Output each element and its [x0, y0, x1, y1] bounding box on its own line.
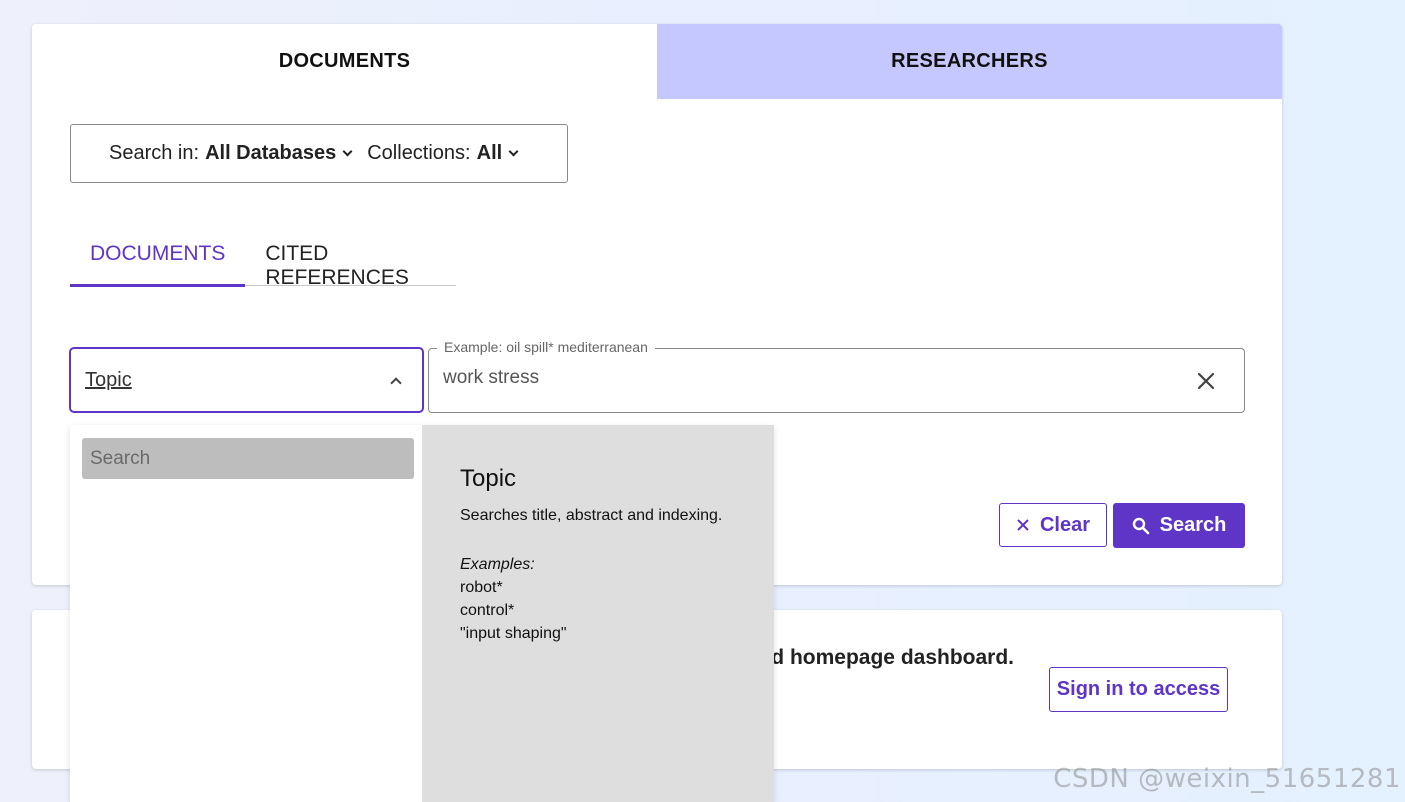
close-icon [1017, 519, 1029, 531]
close-icon[interactable] [1194, 369, 1218, 393]
search-field-dropdown: Topic Searches title, abstract and index… [70, 425, 774, 802]
search-in-dropdown[interactable]: All Databases [205, 142, 336, 165]
search-button-label: Search [1159, 514, 1227, 536]
dropdown-search-input[interactable] [82, 438, 414, 479]
subtab-documents[interactable]: DOCUMENTS [70, 232, 246, 287]
dropdown-info-panel: Topic Searches title, abstract and index… [422, 425, 774, 802]
search-field-select[interactable]: Topic [69, 347, 424, 413]
search-icon [1132, 517, 1149, 534]
info-example: robot* [460, 579, 503, 596]
info-example: "input shaping" [460, 625, 567, 642]
chevron-down-icon[interactable] [508, 146, 519, 157]
chevron-down-icon[interactable] [342, 146, 353, 157]
main-tabs: DOCUMENTS RESEARCHERS [32, 24, 1282, 99]
tab-documents[interactable]: DOCUMENTS [32, 24, 657, 99]
search-field-value: Topic [85, 368, 132, 391]
info-title: Topic [460, 465, 517, 492]
tab-researchers[interactable]: RESEARCHERS [657, 24, 1282, 99]
sign-in-button[interactable]: Sign in to access [1049, 667, 1228, 712]
sub-tabs: DOCUMENTS CITED REFERENCES [70, 232, 456, 289]
clear-button-label: Clear [1039, 513, 1091, 536]
query-example-label: Example: oil spill* mediterranean [437, 339, 655, 355]
search-button[interactable]: Search [1113, 503, 1245, 548]
info-examples-label: Examples: [460, 556, 535, 573]
database-selector-bar: Search in: All Databases Collections: Al… [70, 124, 568, 183]
clear-button[interactable]: Clear [999, 503, 1107, 547]
collections-dropdown[interactable]: All [477, 142, 503, 165]
subtab-cited-references[interactable]: CITED REFERENCES [245, 232, 456, 289]
collections-label: Collections: [367, 142, 471, 164]
query-input[interactable] [443, 363, 1163, 393]
info-description: Searches title, abstract and indexing. [460, 507, 723, 524]
info-example: control* [460, 602, 515, 619]
chevron-up-icon[interactable] [390, 377, 402, 389]
query-field: Example: oil spill* mediterranean [428, 339, 1245, 413]
watermark: CSDN @weixin_51651281 [1053, 764, 1401, 794]
dropdown-options-panel [70, 425, 422, 802]
search-in-label: Search in: [109, 142, 200, 164]
